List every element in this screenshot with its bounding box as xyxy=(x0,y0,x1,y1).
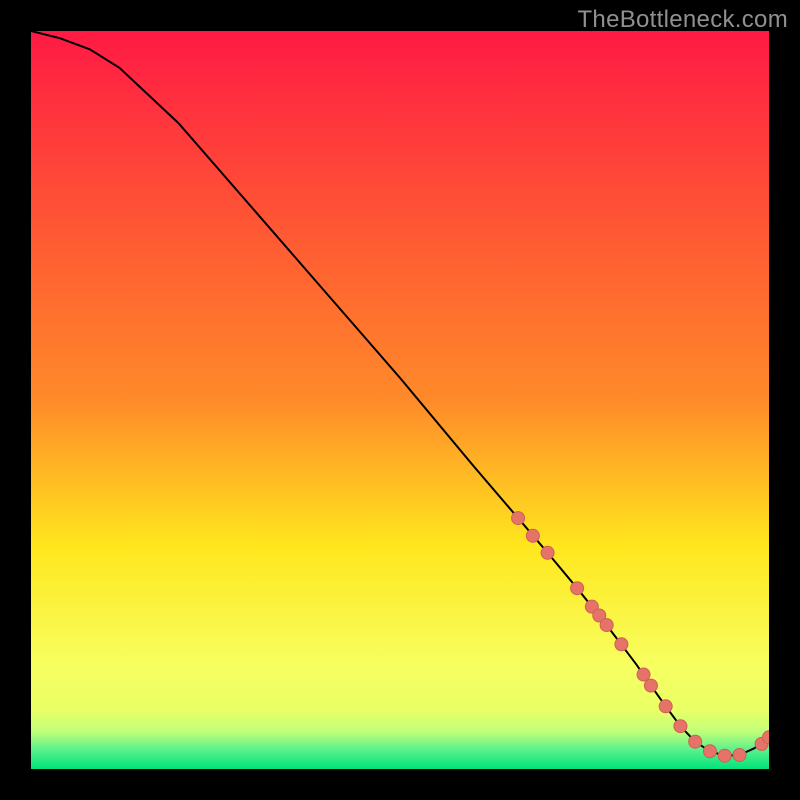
highlight-marker xyxy=(571,582,584,595)
highlight-marker xyxy=(689,735,702,748)
highlight-marker xyxy=(512,512,525,525)
watermark-text: TheBottleneck.com xyxy=(577,6,788,34)
chart-frame: TheBottleneck.com xyxy=(0,0,800,800)
highlight-marker xyxy=(718,749,731,762)
highlight-marker xyxy=(644,679,657,692)
gradient-background xyxy=(31,31,769,769)
highlight-marker xyxy=(703,745,716,758)
highlight-marker xyxy=(615,638,628,651)
plot-svg xyxy=(31,31,769,769)
highlight-marker xyxy=(637,668,650,681)
highlight-marker xyxy=(674,720,687,733)
highlight-marker xyxy=(600,619,613,632)
highlight-marker xyxy=(541,546,554,559)
highlight-marker xyxy=(733,748,746,761)
plot-area xyxy=(31,31,769,769)
highlight-marker xyxy=(659,700,672,713)
highlight-marker xyxy=(526,529,539,542)
